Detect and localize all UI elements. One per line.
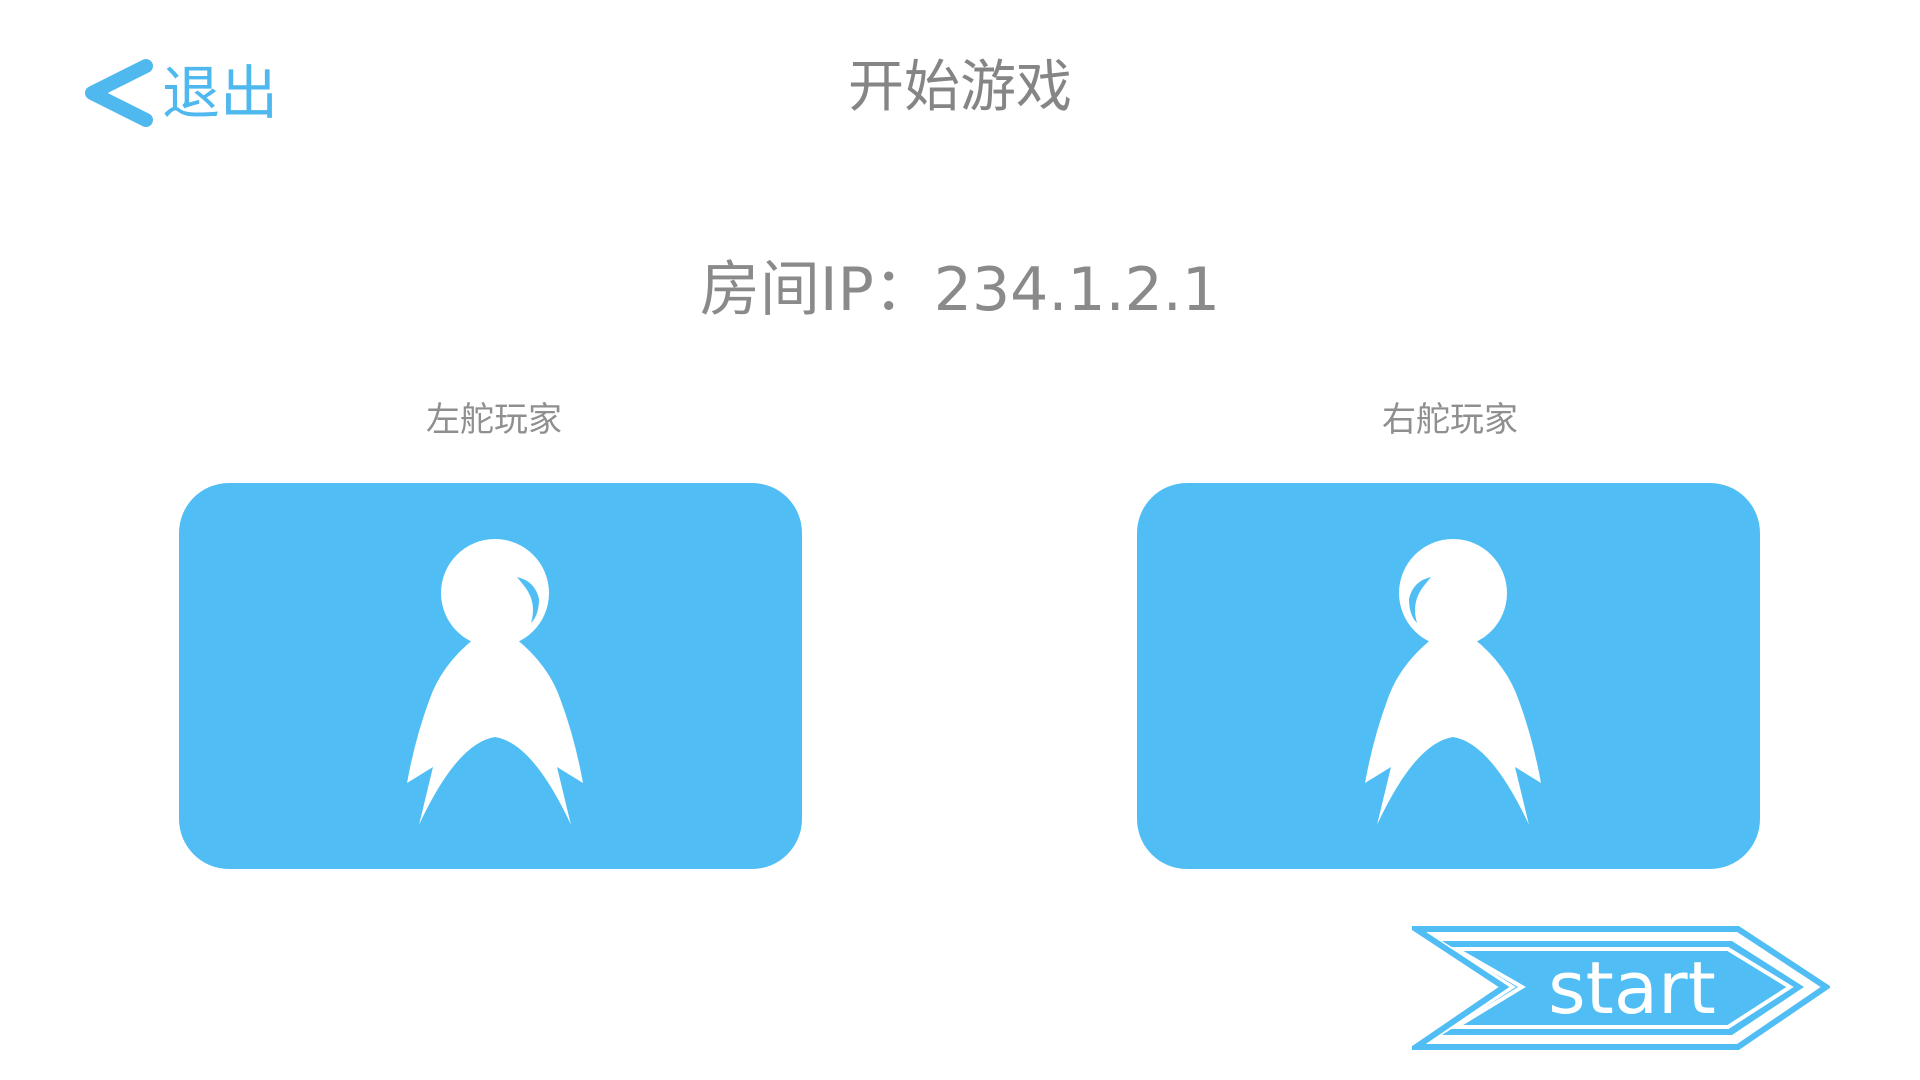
start-game-screen: 退出 开始游戏 房间IP：234.1.2.1 左舵玩家 右舵玩家 start — [0, 0, 1920, 1080]
left-player-label: 左舵玩家 — [426, 400, 562, 440]
player-avatar-icon — [1365, 539, 1541, 825]
right-player-label: 右舵玩家 — [1382, 400, 1518, 440]
left-player-slot[interactable] — [179, 483, 802, 869]
right-player-slot[interactable] — [1137, 483, 1760, 869]
start-label: start — [1548, 946, 1716, 1030]
page-title: 开始游戏 — [848, 55, 1072, 120]
start-button[interactable]: start — [1412, 925, 1830, 1052]
player-avatar-icon — [407, 539, 583, 825]
room-ip: 房间IP：234.1.2.1 — [699, 255, 1221, 325]
